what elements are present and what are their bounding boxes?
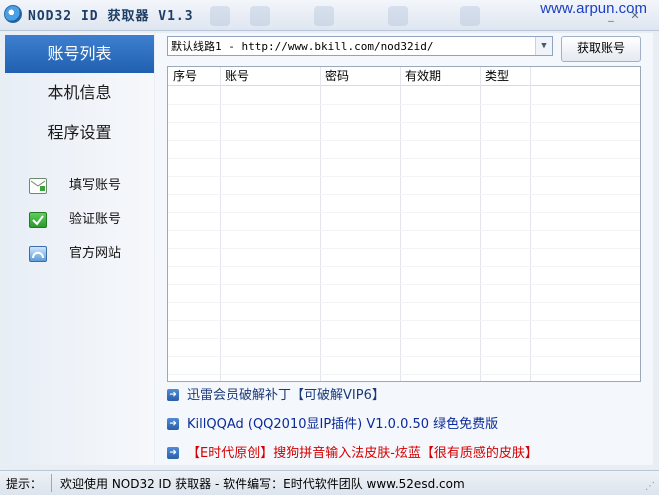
nav-item-local-info[interactable]: 本机信息 bbox=[5, 74, 154, 112]
ad-link-text: 迅雷会员破解补丁【可破解VIP6】 bbox=[187, 388, 385, 403]
row-divider bbox=[168, 140, 640, 141]
row-divider bbox=[168, 176, 640, 177]
window-title: NOD32 ID 获取器 V1.3 bbox=[28, 9, 194, 24]
background-icon bbox=[210, 6, 230, 26]
row-divider bbox=[168, 212, 640, 213]
server-select-value: 默认线路1 - http://www.bkill.com/nod32id/ bbox=[171, 40, 434, 53]
chevron-down-icon[interactable]: ▼ bbox=[535, 37, 552, 55]
row-divider bbox=[168, 374, 640, 375]
background-icon bbox=[250, 6, 270, 26]
close-icon[interactable]: ✕ bbox=[628, 10, 642, 22]
app-icon bbox=[4, 5, 22, 23]
add-mail-icon bbox=[29, 178, 47, 194]
ie-icon bbox=[29, 246, 47, 262]
background-icon bbox=[460, 6, 480, 26]
row-divider bbox=[168, 284, 640, 285]
background-icon bbox=[314, 6, 334, 26]
row-divider bbox=[168, 338, 640, 339]
status-label: 提示： bbox=[6, 477, 43, 491]
column-header-type[interactable]: 类型 bbox=[480, 67, 530, 85]
row-divider bbox=[168, 356, 640, 357]
arrow-right-icon: ➜ bbox=[167, 418, 179, 430]
background-icon bbox=[388, 6, 408, 26]
column-header-expiry[interactable]: 有效期 bbox=[400, 67, 480, 85]
row-divider bbox=[168, 320, 640, 321]
resize-grip-icon[interactable]: ⋰ bbox=[645, 481, 657, 493]
nav-item-settings[interactable]: 程序设置 bbox=[5, 114, 154, 152]
row-divider bbox=[168, 248, 640, 249]
table-header: 序号 账号 密码 有效期 类型 bbox=[168, 67, 640, 86]
row-divider bbox=[168, 158, 640, 159]
arrow-right-icon: ➜ bbox=[167, 389, 179, 401]
column-divider bbox=[530, 67, 531, 381]
row-divider bbox=[168, 194, 640, 195]
column-divider bbox=[320, 67, 321, 381]
title-bar: NOD32 ID 获取器 V1.3 www.arpun.com _ ✕ bbox=[0, 0, 659, 31]
check-icon bbox=[29, 212, 47, 228]
row-divider bbox=[168, 230, 640, 231]
arrow-right-icon: ➜ bbox=[167, 447, 179, 459]
fetch-account-button[interactable]: 获取账号 bbox=[561, 36, 641, 62]
column-header-account[interactable]: 账号 bbox=[220, 67, 320, 85]
main-panel: 默认线路1 - http://www.bkill.com/nod32id/ ▼ … bbox=[155, 33, 653, 465]
row-divider bbox=[168, 266, 640, 267]
row-divider bbox=[168, 104, 640, 105]
server-select[interactable]: 默认线路1 - http://www.bkill.com/nod32id/ ▼ bbox=[167, 36, 553, 56]
status-divider bbox=[51, 474, 52, 492]
row-divider bbox=[168, 122, 640, 123]
ad-link-text: 【E时代原创】搜狗拼音输入法皮肤-炫蓝【很有质感的皮肤】 bbox=[187, 446, 538, 461]
ad-link-text: KillQQAd (QQ2010显IP插件) V1.0.0.50 绿色免费版 bbox=[187, 417, 499, 432]
column-header-index[interactable]: 序号 bbox=[168, 67, 220, 85]
minimize-icon[interactable]: _ bbox=[604, 10, 618, 22]
sidebar: 账号列表 本机信息 程序设置 填写账号 验证账号 官方网站 bbox=[5, 33, 154, 465]
status-message: 欢迎使用 NOD32 ID 获取器 - 软件编写：E时代软件团队 www.52e… bbox=[60, 477, 465, 491]
column-divider bbox=[400, 67, 401, 381]
status-bar: 提示： 欢迎使用 NOD32 ID 获取器 - 软件编写：E时代软件团队 www… bbox=[0, 470, 659, 495]
nav-item-account-list[interactable]: 账号列表 bbox=[5, 35, 154, 73]
column-divider bbox=[480, 67, 481, 381]
column-divider bbox=[220, 67, 221, 381]
column-header-password[interactable]: 密码 bbox=[320, 67, 400, 85]
account-table[interactable]: 序号 账号 密码 有效期 类型 bbox=[167, 66, 641, 382]
row-divider bbox=[168, 302, 640, 303]
